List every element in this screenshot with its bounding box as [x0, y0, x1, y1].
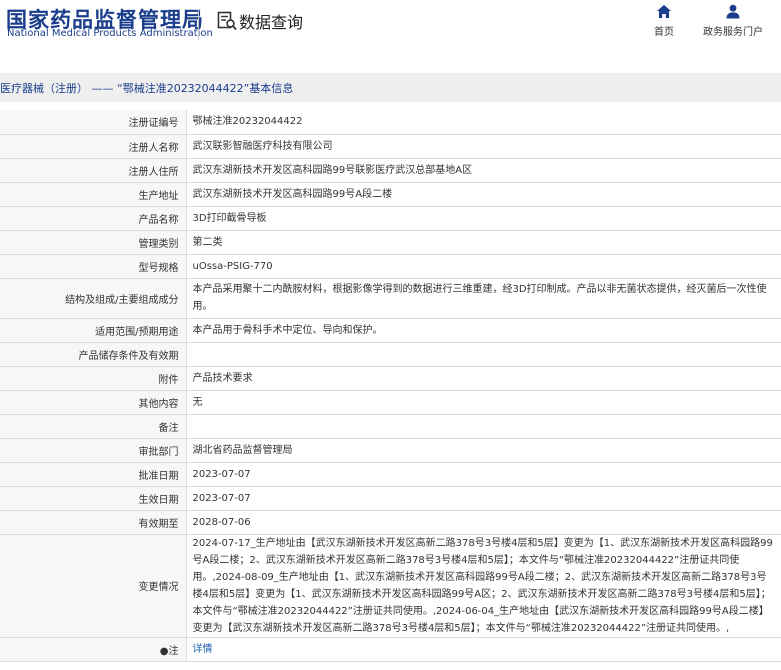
row-label: 管理类别	[0, 230, 187, 255]
table-row: 其他内容 无	[0, 390, 781, 415]
row-value: 2024-07-17_生产地址由【武汉东湖新技术开发区高新二路378号3号楼4层…	[186, 534, 781, 638]
row-label: 适用范围/预期用途	[0, 318, 187, 343]
table-row: 变更情况 2024-07-17_生产地址由【武汉东湖新技术开发区高新二路378号…	[0, 534, 781, 638]
row-label: 变更情况	[0, 534, 187, 638]
table-row: 生效日期 2023-07-07	[0, 486, 781, 511]
row-label: 附件	[0, 366, 187, 391]
row-value: 湖北省药品监督管理局	[186, 438, 781, 463]
row-label: 注册人名称	[0, 134, 187, 159]
row-label: 备注	[0, 414, 187, 439]
row-label: 注册证编号	[0, 110, 187, 135]
note-label: ●注	[0, 637, 187, 662]
table-row: 批准日期 2023-07-07	[0, 462, 781, 487]
row-value: 2028-07-06	[186, 510, 781, 535]
site-header: 国家药品监督管理局 National Medical Products Admi…	[0, 0, 781, 62]
row-value: 武汉东湖新技术开发区高科园路99号联影医疗武汉总部基地A区	[186, 158, 781, 183]
note-label-text: 注	[168, 645, 179, 657]
table-row: 有效期至 2028-07-06	[0, 510, 781, 535]
details-link[interactable]: 详情	[193, 644, 213, 655]
row-value: 无	[186, 390, 781, 415]
row-label: 审批部门	[0, 438, 187, 463]
row-label: 生效日期	[0, 486, 187, 511]
table-row: 附件 产品技术要求	[0, 366, 781, 391]
row-label: 注册人住所	[0, 158, 187, 183]
row-label: 型号规格	[0, 254, 187, 279]
row-value	[186, 342, 781, 367]
table-row: 管理类别 第二类	[0, 230, 781, 255]
nav-home[interactable]: 首页	[650, 4, 678, 38]
table-row: 注册人名称 武汉联影智融医疗科技有限公司	[0, 134, 781, 159]
row-value: 2023-07-07	[186, 486, 781, 511]
table-row: 结构及组成/主要组成成分 本产品采用聚十二内酰胺材料，根据影像学得到的数据进行三…	[0, 278, 781, 319]
row-value: 武汉联影智融医疗科技有限公司	[186, 134, 781, 159]
table-row: 生产地址 武汉东湖新技术开发区高科园路99号A段二楼	[0, 182, 781, 207]
row-value: 鄂械注准20232044422	[186, 110, 781, 135]
row-value: 2023-07-07	[186, 462, 781, 487]
data-query-label[interactable]: 数据查询	[239, 9, 303, 33]
table-row: 适用范围/预期用途 本产品用于骨科手术中定位、导向和保护。	[0, 318, 781, 343]
note-bullet-icon: ●	[159, 645, 169, 657]
row-value: 产品技术要求	[186, 366, 781, 391]
row-label: 批准日期	[0, 462, 187, 487]
site-logo-subtitle: National Medical Products Administration	[7, 28, 213, 39]
row-value: 详情	[186, 637, 781, 662]
nav-home-label: 首页	[654, 27, 674, 38]
data-query-icon	[217, 11, 237, 31]
table-row: 审批部门 湖北省药品监督管理局	[0, 438, 781, 463]
nav-service-portal[interactable]: 政务服务门户	[701, 4, 765, 38]
row-label: 其他内容	[0, 390, 187, 415]
table-row: 备注	[0, 414, 781, 439]
row-value: 本产品采用聚十二内酰胺材料，根据影像学得到的数据进行三维重建，经3D打印制成。产…	[186, 278, 781, 319]
table-row: 注册证编号 鄂械注准20232044422	[0, 110, 781, 135]
table-row-note: ●注 详情	[0, 637, 781, 662]
breadcrumb-bar: 医疗器械（注册） —— “鄂械注准20232044422”基本信息	[0, 73, 781, 102]
user-icon	[726, 4, 740, 19]
row-value: 武汉东湖新技术开发区高科园路99号A段二楼	[186, 182, 781, 207]
device-info-table: 注册证编号 鄂械注准20232044422 注册人名称 武汉联影智融医疗科技有限…	[0, 110, 781, 662]
row-label: 结构及组成/主要组成成分	[0, 278, 187, 319]
row-value: 本产品用于骨科手术中定位、导向和保护。	[186, 318, 781, 343]
row-label: 产品储存条件及有效期	[0, 342, 187, 367]
breadcrumb: 医疗器械（注册） —— “鄂械注准20232044422”基本信息	[0, 82, 294, 95]
row-value: uOssa-PSIG-770	[186, 254, 781, 279]
table-row: 型号规格 uOssa-PSIG-770	[0, 254, 781, 279]
table-row: 注册人住所 武汉东湖新技术开发区高科园路99号联影医疗武汉总部基地A区	[0, 158, 781, 183]
row-value: 3D打印截骨导板	[186, 206, 781, 231]
row-label: 产品名称	[0, 206, 187, 231]
row-value	[186, 414, 781, 439]
home-icon	[657, 5, 671, 18]
row-label: 有效期至	[0, 510, 187, 535]
row-label: 生产地址	[0, 182, 187, 207]
table-row: 产品储存条件及有效期	[0, 342, 781, 367]
header-divider	[198, 10, 199, 40]
row-value: 第二类	[186, 230, 781, 255]
nav-portal-label: 政务服务门户	[703, 27, 763, 38]
table-row: 产品名称 3D打印截骨导板	[0, 206, 781, 231]
